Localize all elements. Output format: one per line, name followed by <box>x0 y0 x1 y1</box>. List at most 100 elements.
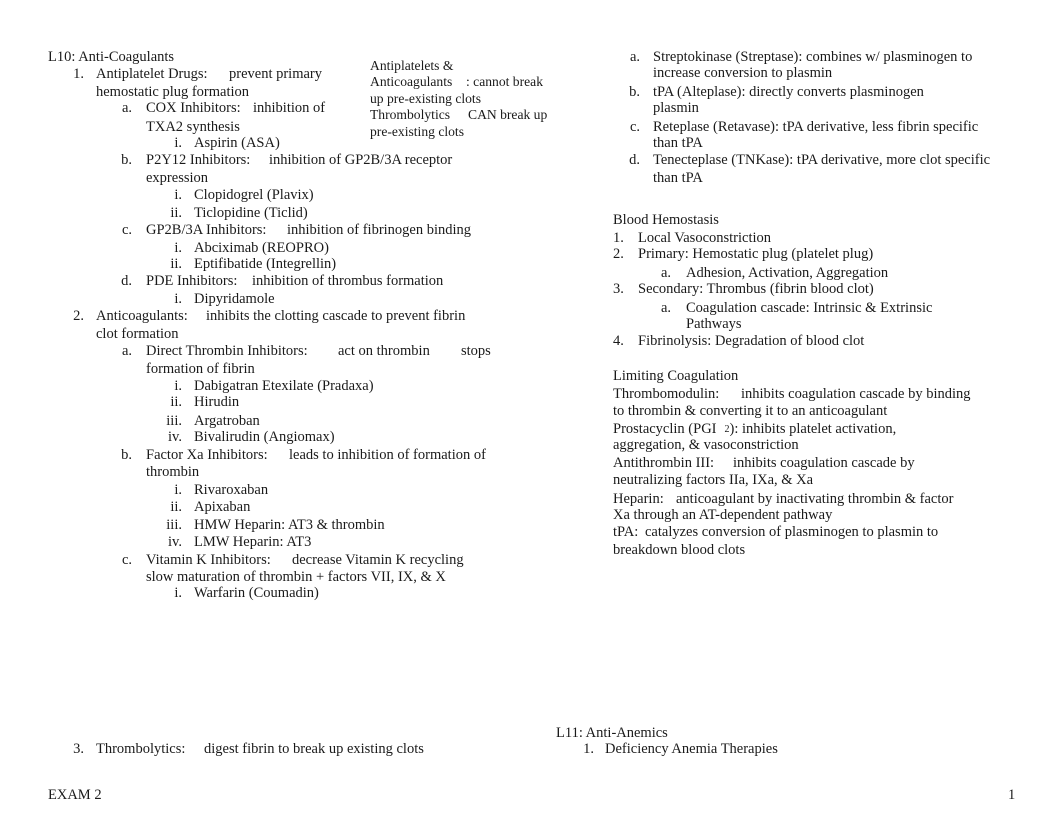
sidenote-line: Thrombolytics <box>370 107 451 122</box>
list-roman: i. <box>174 291 182 307</box>
list-letter: b. <box>121 447 132 463</box>
list-item: Warfarin (Coumadin) <box>194 585 319 601</box>
term-desc: anticoagulant by inactivating thrombin &… <box>676 491 954 507</box>
page-number: 1 <box>1008 787 1016 803</box>
term-desc: to thrombin & converting it to an antico… <box>613 403 888 419</box>
term-desc: inhibits coagulation cascade by <box>733 455 915 471</box>
list-roman: iv. <box>168 429 182 445</box>
list-letter: c. <box>121 222 132 238</box>
list-item: Ticlopidine (Ticlid) <box>194 205 308 221</box>
section-heading-l10: L10: Anti-Coagulants <box>48 49 175 65</box>
list-item: HMW Heparin: AT3 & thrombin <box>194 517 385 533</box>
list-item-desc: leads to inhibition of formation of <box>289 447 486 463</box>
sidenote-line: pre-existing clots <box>370 124 465 139</box>
list-roman: iv. <box>168 534 182 550</box>
list-letter: b. <box>629 84 640 100</box>
list-number: 4. <box>613 333 624 349</box>
list-item: Reteplase (Retavase): tPA derivative, le… <box>653 119 979 135</box>
list-item-title: Vitamin K Inhibitors: <box>146 552 271 568</box>
list-item: than tPA <box>653 135 703 151</box>
list-roman: ii. <box>170 499 182 515</box>
list-item-desc: inhibition of GP2B/3A receptor <box>269 152 453 168</box>
list-item-title: PDE Inhibitors: <box>146 273 238 289</box>
list-roman: i. <box>174 187 182 203</box>
list-roman: i. <box>174 482 182 498</box>
sidenote-line: up pre-existing clots <box>370 91 481 106</box>
list-item-desc: formation of fibrin <box>146 361 255 377</box>
list-letter: a. <box>121 100 132 116</box>
list-letter: a. <box>629 49 640 65</box>
term-title: Heparin: <box>613 491 664 507</box>
list-roman: ii. <box>170 394 182 410</box>
list-letter: a. <box>661 300 672 316</box>
list-item-title: Thrombolytics: <box>96 741 186 757</box>
list-item-desc: decrease Vitamin K recycling <box>292 552 464 568</box>
list-item: Primary: Hemostatic plug (platelet plug) <box>638 246 874 262</box>
list-item-title: P2Y12 Inhibitors: <box>146 152 251 168</box>
list-item-desc: digest fibrin to break up existing clots <box>204 741 424 757</box>
list-item-desc: inhibition of fibrinogen binding <box>287 222 472 238</box>
list-item: Clopidogrel (Plavix) <box>194 187 314 203</box>
list-item-desc: inhibition of <box>253 100 326 116</box>
list-letter: a. <box>661 265 672 281</box>
term-title: Thrombomodulin: <box>613 386 720 402</box>
list-item-desc: inhibits the clotting cascade to prevent… <box>206 308 466 324</box>
term-desc: neutralizing factors IIa, IXa, & Xa <box>613 472 814 488</box>
list-item: Argatroban <box>194 413 260 429</box>
term-title: Prostacyclin (PGI 2): inhibits platelet a… <box>613 421 896 438</box>
section-heading-limiting: Limiting Coagulation <box>613 368 739 384</box>
list-item-desc: expression <box>146 170 209 186</box>
list-number: 1. <box>73 66 84 82</box>
list-item: than tPA <box>653 170 703 186</box>
list-roman: ii. <box>170 205 182 221</box>
list-item-desc: prevent primary <box>229 66 323 82</box>
list-item-desc: clot formation <box>96 326 179 342</box>
list-number: 2. <box>73 308 84 324</box>
term-desc: inhibits coagulation cascade by binding <box>741 386 971 402</box>
list-item-title: GP2B/3A Inhibitors: <box>146 222 267 238</box>
list-letter: a. <box>121 343 132 359</box>
list-item-title: Direct Thrombin Inhibitors: <box>146 343 308 359</box>
list-item-title: Factor Xa Inhibitors: <box>146 447 268 463</box>
list-item-title: COX Inhibitors: <box>146 100 241 116</box>
list-item: Aspirin (ASA) <box>194 135 280 151</box>
list-item-desc: act on thrombin <box>338 343 430 359</box>
list-item-desc: thrombin <box>146 464 200 480</box>
term-desc: Xa through an AT-dependent pathway <box>613 507 833 523</box>
list-item: Hirudin <box>194 394 240 410</box>
list-item: Local Vasoconstriction <box>638 230 772 246</box>
sidenote-line: Antiplatelets & <box>370 58 454 73</box>
list-roman: i. <box>174 135 182 151</box>
list-item: Dipyridamole <box>194 291 275 307</box>
section-heading-hemostasis: Blood Hemostasis <box>613 212 719 228</box>
term-title: Antithrombin III: <box>613 455 715 471</box>
list-number: 2. <box>613 246 624 262</box>
list-letter: b. <box>121 152 132 168</box>
term-title-text: Prostacyclin (PGI <box>613 421 717 437</box>
list-item: increase conversion to plasmin <box>653 65 833 81</box>
list-item: Streptokinase (Streptase): combines w/ p… <box>653 49 973 65</box>
term-desc: aggregation, & vasoconstriction <box>613 437 799 453</box>
list-item: LMW Heparin: AT3 <box>194 534 312 550</box>
list-item: Dabigatran Etexilate (Pradaxa) <box>194 378 374 394</box>
list-item-title: Antiplatelet Drugs: <box>96 66 208 82</box>
list-item: Abciximab (REOPRO) <box>194 240 329 256</box>
list-item: Adhesion, Activation, Aggregation <box>686 265 889 281</box>
list-number: 1. <box>583 741 594 757</box>
list-item-desc: slow maturation of thrombin + factors VI… <box>146 569 446 585</box>
list-roman: iii. <box>166 413 182 429</box>
list-roman: i. <box>174 240 182 256</box>
term-desc: catalyzes conversion of plasminogen to p… <box>645 524 939 540</box>
list-item: Deficiency Anemia Therapies <box>605 741 778 757</box>
list-item-desc: stops <box>461 343 491 359</box>
list-item: Secondary: Thrombus (fibrin blood clot) <box>638 281 874 297</box>
list-item: Coagulation cascade: Intrinsic & Extrins… <box>686 300 933 316</box>
list-item: Fibrinolysis: Degradation of blood clot <box>638 333 865 349</box>
list-item: Rivaroxaban <box>194 482 269 498</box>
list-number: 1. <box>613 230 624 246</box>
list-item: Bivalirudin (Angiomax) <box>194 429 335 445</box>
list-item: Pathways <box>686 316 742 332</box>
list-item-desc: inhibition of thrombus formation <box>252 273 444 289</box>
list-item: plasmin <box>653 100 699 116</box>
list-item: Apixaban <box>194 499 251 515</box>
